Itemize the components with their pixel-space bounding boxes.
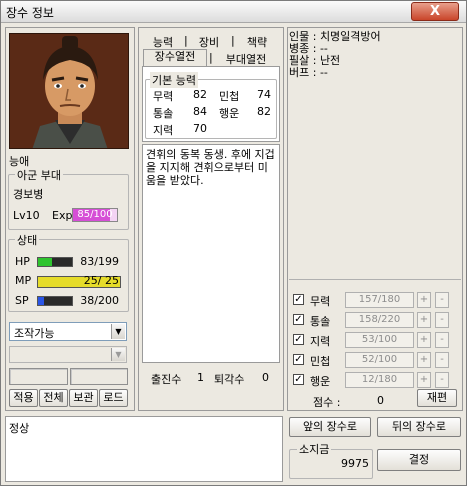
- apply-button[interactable]: 적용: [9, 389, 38, 407]
- mp-label: MP: [15, 274, 32, 287]
- ability-label: 지력: [153, 124, 174, 137]
- mp-value: 25/ 25: [83, 274, 119, 287]
- sorties-value: 1: [197, 371, 204, 384]
- stat-value-field[interactable]: 158/220: [345, 312, 414, 328]
- all-button[interactable]: 전체: [39, 389, 68, 407]
- money-title: 소지금: [297, 441, 332, 457]
- stat-label: 행운: [310, 375, 331, 388]
- tab-separator: |: [209, 51, 213, 64]
- sp-bar-fill: [38, 297, 45, 305]
- status-message: 정상: [9, 422, 30, 435]
- ability-label: 민첩: [219, 90, 240, 103]
- confirm-button[interactable]: 결정: [377, 449, 461, 471]
- stat-minus-button[interactable]: -: [435, 372, 449, 388]
- status-message-box: 정상: [5, 416, 283, 482]
- stat-minus-button[interactable]: -: [435, 332, 449, 348]
- stat-value-field[interactable]: 157/180: [345, 292, 414, 308]
- retreats-label: 퇴각수: [214, 373, 245, 386]
- chevron-down-icon[interactable]: ▼: [111, 348, 125, 361]
- tab-strategy[interactable]: 책략: [239, 34, 275, 50]
- stat-label: 통솔: [310, 315, 331, 328]
- sorties-label: 출진수: [151, 373, 182, 386]
- control-mode-value: 조작가능: [14, 327, 55, 340]
- control-mode-select[interactable]: 조작가능 ▼: [9, 322, 127, 341]
- hp-bar-fill: [38, 258, 53, 266]
- score-label: 점수 :: [313, 396, 341, 409]
- hp-bar: [37, 257, 73, 267]
- stat-minus-button[interactable]: -: [435, 312, 449, 328]
- save-button[interactable]: 보관: [69, 389, 98, 407]
- tab-unit-bio[interactable]: 부대열전: [216, 51, 276, 67]
- ability-value: 82: [193, 88, 207, 101]
- hp-value: 83/199: [80, 255, 119, 268]
- secondary-select[interactable]: ▼: [9, 346, 127, 363]
- prev-general-button[interactable]: 앞의 장수로: [289, 417, 371, 437]
- score-value: 0: [377, 394, 384, 407]
- exp-label: Exp: [52, 209, 73, 222]
- unit-group-title: 아군 부대: [15, 167, 63, 183]
- ability-title: 기본 능력: [150, 72, 198, 88]
- stat-plus-button[interactable]: +: [417, 312, 431, 328]
- sp-value: 38/200: [80, 294, 119, 307]
- info-line-buff: 버프 : --: [289, 66, 328, 79]
- tab-equipment[interactable]: 장비: [191, 34, 227, 50]
- ability-value: 70: [193, 122, 207, 135]
- general-info-window: 장수 정보 X 능애 아군 부대 경보병 Lv10 Exp 85/100 상태 …: [0, 0, 467, 486]
- load-button[interactable]: 로드: [99, 389, 128, 407]
- reset-button[interactable]: 재편: [417, 389, 457, 407]
- sp-bar: [37, 296, 73, 306]
- tab-separator: |: [231, 34, 235, 47]
- exp-value: 85/100: [77, 209, 113, 220]
- status-title: 상태: [15, 232, 40, 248]
- stat-minus-button[interactable]: -: [435, 352, 449, 368]
- biography-text: 견휘의 동복 동생. 후에 지겁을 지지해 견휘으로부터 미움을 받았다.: [146, 148, 275, 187]
- ability-label: 통솔: [153, 107, 174, 120]
- general-level: Lv10: [13, 209, 40, 222]
- window-title: 장수 정보: [6, 6, 54, 20]
- stat-value-field[interactable]: 53/100: [345, 332, 414, 348]
- stat-label: 지력: [310, 335, 331, 348]
- close-button[interactable]: X: [411, 2, 459, 21]
- stat-checkbox[interactable]: ✓: [293, 314, 304, 325]
- empty-field-left[interactable]: [9, 368, 68, 385]
- money-value: 9975: [341, 457, 369, 470]
- biography-box: 견휘의 동복 동생. 후에 지겁을 지지해 견휘으로부터 미움을 받았다.: [142, 144, 280, 363]
- stat-checkbox[interactable]: ✓: [293, 294, 304, 305]
- empty-field-right[interactable]: [70, 368, 128, 385]
- stat-value-field[interactable]: 52/100: [345, 352, 414, 368]
- stat-plus-button[interactable]: +: [417, 292, 431, 308]
- stat-label: 무력: [310, 295, 331, 308]
- divider: [289, 279, 461, 280]
- tab-separator: |: [184, 34, 188, 47]
- stat-minus-button[interactable]: -: [435, 292, 449, 308]
- stat-checkbox[interactable]: ✓: [293, 374, 304, 385]
- sp-label: SP: [15, 294, 29, 307]
- ability-label: 무력: [153, 90, 174, 103]
- retreats-value: 0: [262, 371, 269, 384]
- ability-value: 82: [257, 105, 271, 118]
- ability-label: 행운: [219, 107, 240, 120]
- ability-value: 74: [257, 88, 271, 101]
- general-portrait: [9, 33, 129, 149]
- tab-general-bio[interactable]: 장수열전: [143, 49, 207, 67]
- hp-label: HP: [15, 255, 30, 268]
- stat-label: 민첩: [310, 355, 331, 368]
- ability-value: 84: [193, 105, 207, 118]
- info-lines: 인물 : 치명일격방어 병종 : -- 필살 : 난전 버프 : --: [289, 31, 381, 79]
- tab-ability[interactable]: 능력: [145, 34, 181, 50]
- stat-checkbox[interactable]: ✓: [293, 334, 304, 345]
- unit-type: 경보병: [13, 188, 44, 201]
- stat-plus-button[interactable]: +: [417, 372, 431, 388]
- stat-checkbox[interactable]: ✓: [293, 354, 304, 365]
- title-bar[interactable]: 장수 정보 X: [1, 1, 466, 23]
- stat-plus-button[interactable]: +: [417, 332, 431, 348]
- portrait-image: [10, 34, 128, 148]
- chevron-down-icon[interactable]: ▼: [111, 324, 125, 339]
- stat-value-field[interactable]: 12/180: [345, 372, 414, 388]
- next-general-button[interactable]: 뒤의 장수로: [377, 417, 461, 437]
- exp-bar: 85/100: [72, 208, 118, 222]
- stat-plus-button[interactable]: +: [417, 352, 431, 368]
